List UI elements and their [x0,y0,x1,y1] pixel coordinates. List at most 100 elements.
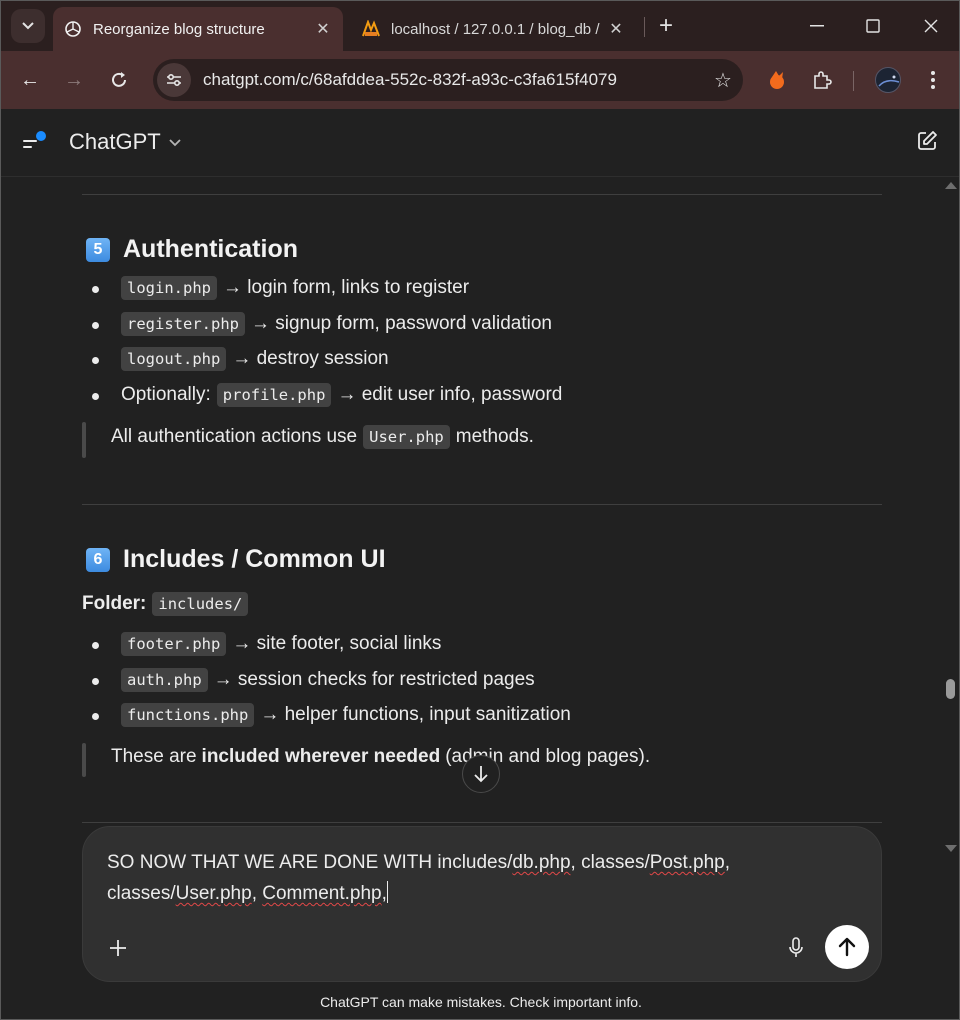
close-tab-icon[interactable]: ✕ [604,19,628,39]
browser-window: Reorganize blog structure ✕ localhost / … [0,0,960,1020]
list-item: Optionally: profile.php → edit user info… [121,383,562,407]
tab-phpmyadmin[interactable]: localhost / 127.0.0.1 / blog_db / ✕ [351,7,636,51]
site-settings-icon[interactable] [157,63,191,97]
blockquote: All authentication actions use User.php … [111,425,534,449]
section-title: Includes / Common UI [123,545,386,573]
section-title: Authentication [123,235,298,263]
extensions-puzzle-icon[interactable] [805,63,839,97]
text-caret [386,881,388,903]
bullet-dot [92,678,99,685]
quote-bold: included wherever needed [201,746,441,767]
inline-code: includes/ [152,592,249,616]
toolbar-divider [853,71,854,91]
send-button[interactable] [825,925,869,969]
inline-code: logout.php [121,347,227,371]
bullet-dot [92,393,99,400]
chat-content: 5 Authentication login.php → login form,… [1,177,941,823]
bullet-dot [92,713,99,720]
back-arrow-icon[interactable]: ← [13,63,47,97]
prompt-text: , classes/ [570,852,650,873]
inline-code: functions.php [121,703,255,727]
scrollbar-thumb[interactable] [946,679,955,699]
message-composer[interactable]: SO NOW THAT WE ARE DONE WITH includes/db… [82,826,882,982]
keycap-6-emoji: 6 [86,547,110,572]
tab-reorganize-blog[interactable]: Reorganize blog structure ✕ [53,7,343,51]
item-text: → signup form, password validation [250,313,552,334]
close-tab-icon[interactable]: ✕ [311,19,335,39]
prompt-text: , [251,883,263,904]
chevron-down-icon [22,22,34,30]
extension-icon[interactable] [760,63,794,97]
new-tab-button[interactable]: + [651,11,681,41]
item-text: → login form, links to register [223,277,470,298]
phpmyadmin-icon [361,19,381,39]
inline-code: register.php [121,312,245,336]
inline-code: User.php [363,425,450,449]
forward-arrow-icon[interactable]: → [57,63,91,97]
section-divider [82,504,882,505]
open-sidebar-icon[interactable] [19,131,49,155]
prompt-text: SO NOW THAT WE ARE DONE WITH includes/ [107,852,513,873]
reload-icon[interactable] [102,63,136,97]
scroll-up-icon[interactable] [945,182,957,189]
keycap-5-emoji: 5 [86,237,110,262]
tab-strip: Reorganize blog structure ✕ localhost / … [1,1,959,51]
prompt-text: Post.php [649,852,725,873]
new-chat-icon[interactable] [915,129,943,157]
section-heading-authentication: 5 Authentication [86,235,298,264]
disclaimer-text: ChatGPT can make mistakes. Check importa… [320,994,642,1010]
attach-plus-icon[interactable] [103,933,133,963]
bullet-dot [92,286,99,293]
profile-avatar[interactable] [875,67,901,93]
quote-text: All authentication actions use [111,426,358,447]
inline-code: auth.php [121,668,208,692]
list-item: functions.php → helper functions, input … [121,703,571,727]
minimize-icon[interactable] [797,9,837,43]
prompt-text: Comment.php [262,883,382,904]
item-text: → destroy session [232,348,389,369]
list-item: auth.php → session checks for restricted… [121,668,535,692]
arrow-down-icon [474,766,488,783]
chevron-down-icon [169,134,181,150]
address-bar[interactable]: chatgpt.com/c/68afddea-552c-832f-a93c-c3… [153,59,743,101]
prompt-text: User.php [175,883,252,904]
chat-header: ChatGPT [1,109,959,177]
item-text: → helper functions, input sanitization [260,704,571,725]
bookmark-star-icon[interactable]: ☆ [703,68,743,93]
bullet-dot [92,642,99,649]
quote-text: These are [111,746,197,767]
item-text: → edit user info, password [337,384,563,405]
bullet-dot [92,357,99,364]
section-heading-includes: 6 Includes / Common UI [86,545,386,574]
folder-label: Folder: [82,593,147,614]
item-prefix: Optionally: [121,384,211,405]
microphone-icon[interactable] [781,933,811,963]
maximize-icon[interactable] [853,9,893,43]
list-item: login.php → login form, links to registe… [121,276,469,300]
item-text: → site footer, social links [232,633,442,654]
tab-search-button[interactable] [11,9,45,43]
close-window-icon[interactable] [911,9,951,43]
prompt-text: classes/ [107,883,176,904]
tab-title: Reorganize blog structure [93,20,265,38]
more-menu-icon[interactable] [916,63,950,97]
scroll-down-icon[interactable] [945,845,957,852]
prompt-input[interactable]: SO NOW THAT WE ARE DONE WITH includes/db… [107,847,807,909]
blockquote-bar [82,743,86,777]
list-item: footer.php → site footer, social links [121,632,441,656]
arrow-up-icon [838,937,856,957]
list-item: register.php → signup form, password val… [121,312,552,336]
blockquote-bar [82,422,86,458]
url-text: chatgpt.com/c/68afddea-552c-832f-a93c-c3… [203,70,617,89]
list-item: logout.php → destroy session [121,347,389,371]
item-text: → session checks for restricted pages [213,669,535,690]
scroll-to-bottom-button[interactable] [462,755,500,793]
inline-code: login.php [121,276,217,300]
blockquote: These are included wherever needed (admi… [111,746,650,768]
model-name: ChatGPT [69,129,161,154]
scrollbar[interactable] [941,177,959,867]
prompt-text: db.php [512,852,571,873]
prompt-text: , [724,852,731,873]
bullet-dot [92,322,99,329]
model-selector[interactable]: ChatGPT [69,129,181,155]
